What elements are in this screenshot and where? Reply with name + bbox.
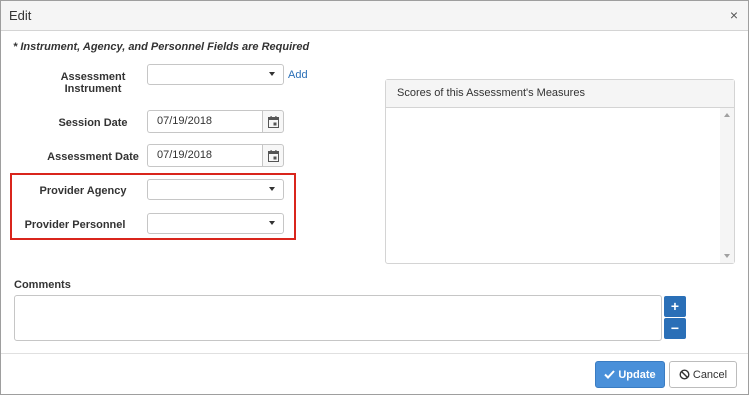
provider-agency-label: Provider Agency <box>39 185 127 197</box>
add-comment-button[interactable]: + <box>664 296 686 317</box>
calendar-icon <box>268 150 279 162</box>
caret-down-icon <box>269 187 275 191</box>
assessment-date-label: Assessment Date <box>47 151 139 163</box>
cancel-button-label: Cancel <box>692 368 728 381</box>
footer-divider <box>1 353 748 354</box>
comments-label: Comments <box>14 279 71 291</box>
caret-down-icon <box>269 221 275 225</box>
dialog-titlebar: Edit × <box>1 1 748 31</box>
required-note: * Instrument, Agency, and Personnel Fiel… <box>13 41 310 53</box>
session-date-calendar-button[interactable] <box>262 110 284 133</box>
dialog-title: Edit <box>9 8 32 23</box>
provider-personnel-label: Provider Personnel <box>24 219 126 231</box>
scroll-up-icon[interactable] <box>724 113 730 117</box>
close-icon[interactable]: × <box>730 7 738 23</box>
provider-personnel-select[interactable] <box>147 213 284 234</box>
provider-agency-select[interactable] <box>147 179 284 200</box>
comments-input[interactable] <box>14 295 662 341</box>
calendar-icon <box>268 116 279 128</box>
session-date-label: Session Date <box>58 117 128 129</box>
assessment-instrument-label: Assessment Instrument <box>60 71 126 95</box>
session-date-input[interactable]: 07/19/2018 <box>147 110 262 133</box>
scores-scrollbar[interactable] <box>720 108 734 263</box>
scroll-down-icon[interactable] <box>724 254 730 258</box>
caret-down-icon <box>269 72 275 76</box>
scores-panel-title: Scores of this Assessment's Measures <box>397 87 585 99</box>
ban-icon <box>679 369 690 380</box>
remove-comment-button[interactable]: − <box>664 318 686 339</box>
scores-panel-header: Scores of this Assessment's Measures <box>386 80 734 108</box>
update-button-label: Update <box>618 368 656 381</box>
update-button[interactable]: Update <box>595 361 665 388</box>
assessment-date-input[interactable]: 07/19/2018 <box>147 144 262 167</box>
scores-panel: Scores of this Assessment's Measures <box>385 79 735 264</box>
assessment-instrument-select[interactable] <box>147 64 284 85</box>
assessment-date-calendar-button[interactable] <box>262 144 284 167</box>
cancel-button[interactable]: Cancel <box>669 361 737 388</box>
edit-dialog: Edit × * Instrument, Agency, and Personn… <box>0 0 749 395</box>
add-instrument-link[interactable]: Add <box>288 69 308 81</box>
check-icon <box>604 370 616 379</box>
